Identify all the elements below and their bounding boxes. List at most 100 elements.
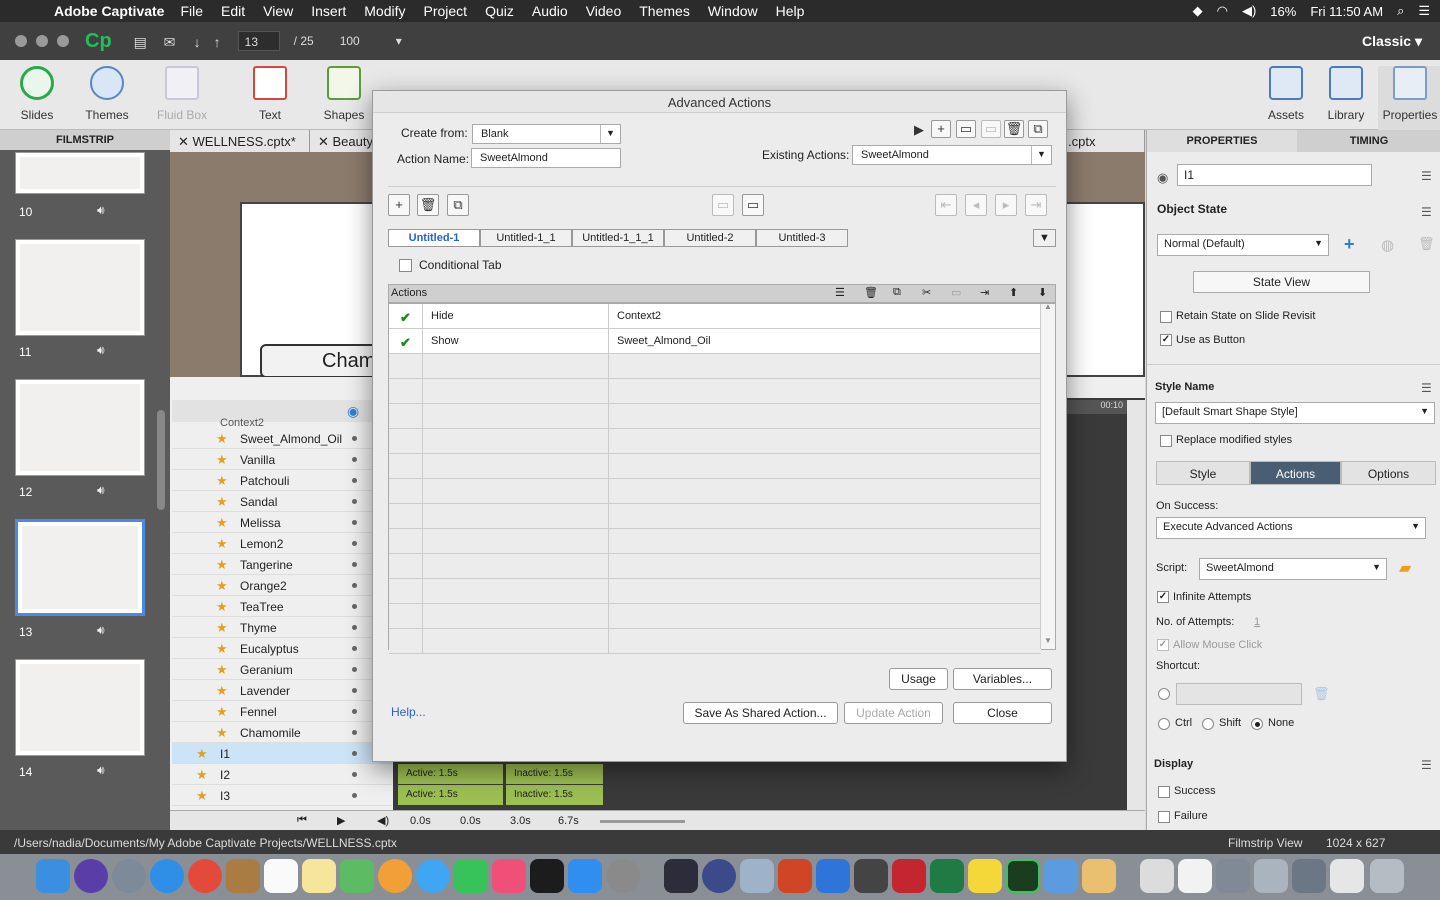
insert-action-icon[interactable]: ☰ [835, 286, 845, 299]
action-row[interactable] [389, 479, 1041, 504]
paste-row-icon[interactable]: ▭ [951, 286, 961, 299]
window-icon[interactable] [1292, 859, 1326, 893]
actions-scrollbar[interactable]: ▲ ▼ [1040, 302, 1055, 649]
action-row[interactable] [389, 454, 1041, 479]
timeline-row[interactable]: ★ Tangerine [172, 554, 392, 575]
decision-tab-5[interactable]: Untitled-3 [756, 229, 848, 247]
decision-tab-1[interactable]: Untitled-1 [388, 229, 480, 247]
maps-icon[interactable] [340, 859, 374, 893]
action-row[interactable] [389, 379, 1041, 404]
battery-percent[interactable]: 16% [1270, 4, 1296, 19]
decision-tab-3[interactable]: Untitled-1_1_1 [572, 229, 664, 247]
tab-wellness[interactable]: ✕ WELLNESS.cptx* [170, 130, 310, 152]
tab-timing[interactable]: TIMING [1297, 130, 1440, 152]
action-cell[interactable]: Show [423, 329, 609, 354]
timeline-row[interactable]: ★ I1 [172, 743, 392, 764]
notes-icon[interactable] [968, 859, 1002, 893]
audio-icon[interactable]: 🔊︎ [97, 623, 105, 638]
timeline-inactive-bar[interactable]: Inactive: 1.5s [506, 785, 603, 805]
slide-thumbnail[interactable] [15, 379, 145, 476]
window-minimize-button[interactable] [36, 35, 48, 47]
edit-state-icon[interactable]: ◍ [1381, 236, 1394, 254]
help-link[interactable]: Help... [391, 705, 426, 719]
visibility-dot-icon[interactable] [352, 604, 357, 609]
tv-icon[interactable] [530, 859, 564, 893]
replace-styles-checkbox[interactable] [1160, 435, 1172, 447]
timeline-row[interactable]: ★ TeaTree [172, 596, 392, 617]
timeline-active-bar[interactable]: Active: 1.5s [398, 785, 503, 805]
menu-themes[interactable]: Themes [639, 3, 690, 19]
timeline-row[interactable]: ★ Eucalyptus [172, 638, 392, 659]
preview-icon[interactable] [740, 859, 774, 893]
menu-quiz[interactable]: Quiz [485, 3, 514, 19]
action-row[interactable] [389, 354, 1041, 379]
app-icon[interactable] [664, 859, 698, 893]
window-close-button[interactable] [15, 35, 27, 47]
action-row[interactable] [389, 554, 1041, 579]
music-icon[interactable] [492, 859, 526, 893]
action-cell[interactable] [423, 579, 609, 604]
delete-state-icon[interactable]: 🗑︎ [1418, 236, 1435, 252]
visibility-dot-icon[interactable] [352, 457, 357, 462]
captivate-dock-icon[interactable] [1006, 859, 1040, 893]
action-cell[interactable] [423, 454, 609, 479]
target-cell[interactable] [609, 629, 1041, 654]
attempts-value[interactable]: 1 [1254, 616, 1260, 628]
pdf-app-icon[interactable] [892, 859, 926, 893]
action-row[interactable]: ✔ Show Sweet_Almond_Oil [389, 329, 1041, 354]
visibility-dot-icon[interactable] [352, 751, 357, 756]
action-cell[interactable] [423, 354, 609, 379]
visibility-eye-icon[interactable]: ◉ [1157, 170, 1168, 186]
duplicate-action-icon[interactable]: ⧉ [1028, 120, 1048, 138]
target-cell[interactable] [609, 529, 1041, 554]
zoom-slider[interactable] [600, 820, 685, 823]
timeline-vscroll[interactable] [1127, 400, 1145, 810]
visibility-dot-icon[interactable] [352, 583, 357, 588]
document-icon[interactable] [1140, 859, 1174, 893]
next-tab-icon[interactable]: ▸ [995, 194, 1017, 216]
visibility-dot-icon[interactable] [352, 562, 357, 567]
import-action-icon[interactable]: ▭ [956, 120, 976, 138]
safari-icon[interactable] [150, 859, 184, 893]
use-as-button-checkbox[interactable] [1160, 334, 1172, 346]
panel-menu-icon[interactable]: ☰ [1421, 381, 1432, 395]
workspace-switcher[interactable]: Classic ▾ [1362, 33, 1422, 50]
timeline-row[interactable]: ★ Chamomile [172, 722, 392, 743]
save-shared-action-button[interactable]: Save As Shared Action... [683, 702, 838, 724]
arrow-down-icon[interactable]: ↓ [194, 34, 212, 50]
todo-icon[interactable] [816, 859, 850, 893]
slide-thumbnail-selected[interactable] [15, 519, 145, 616]
action-cell[interactable] [423, 529, 609, 554]
move-up-icon[interactable]: ⬆ [1009, 286, 1018, 299]
filmstrip-scrollbar[interactable] [157, 410, 165, 510]
folder-icon[interactable]: ▰ [1399, 558, 1411, 578]
volume-icon[interactable]: ◀) [1242, 3, 1256, 19]
menu-help[interactable]: Help [776, 3, 805, 19]
first-frame-icon[interactable]: ⏮ [297, 814, 307, 827]
menu-edit[interactable]: Edit [221, 3, 245, 19]
move-down-icon[interactable]: ⬇ [1038, 286, 1047, 299]
visibility-dot-icon[interactable] [352, 520, 357, 525]
action-row[interactable] [389, 579, 1041, 604]
segment-actions[interactable]: Actions [1250, 461, 1341, 485]
shapes-tool[interactable]: Shapes [309, 66, 379, 122]
infinite-attempts-checkbox[interactable] [1157, 591, 1169, 603]
visibility-dot-icon[interactable] [352, 772, 357, 777]
keynote-icon[interactable] [1044, 859, 1078, 893]
visibility-dot-icon[interactable] [352, 646, 357, 651]
document-icon[interactable] [1178, 859, 1212, 893]
timeline-row[interactable]: ★ I2 [172, 764, 392, 785]
timeline-row[interactable]: ★ Vanilla [172, 449, 392, 470]
existing-actions-select[interactable]: SweetAlmond ▼ [852, 145, 1052, 165]
action-row[interactable] [389, 404, 1041, 429]
audio-icon[interactable]: ◀) [377, 814, 389, 827]
action-name-input[interactable]: SweetAlmond [471, 148, 621, 168]
menu-view[interactable]: View [263, 3, 293, 19]
visibility-dot-icon[interactable] [352, 478, 357, 483]
delete-row-icon[interactable]: 🗑︎ [864, 286, 878, 299]
action-row[interactable] [389, 629, 1041, 654]
segment-options[interactable]: Options [1341, 461, 1436, 485]
facetime-icon[interactable] [454, 859, 488, 893]
visibility-dot-icon[interactable] [352, 499, 357, 504]
target-cell[interactable] [609, 479, 1041, 504]
